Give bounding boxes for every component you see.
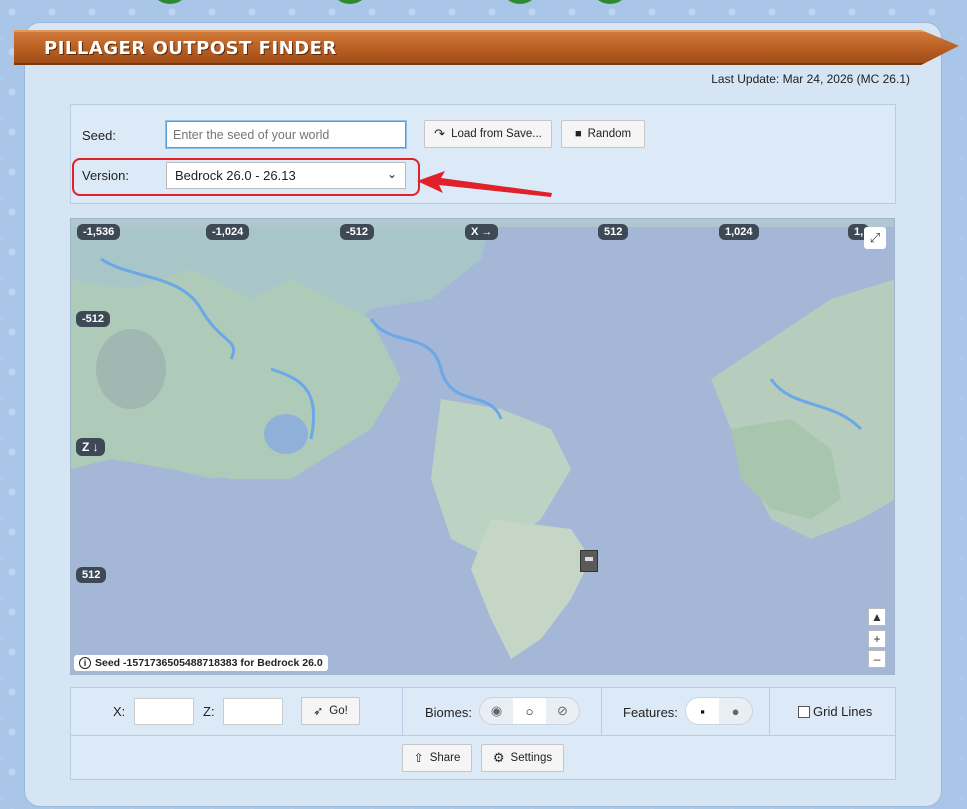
x-coord-input[interactable] — [134, 698, 194, 725]
map-terrain — [71, 219, 894, 674]
map-controls-bar: X: Z: ➶ Go! Biomes: ◉ ○ ⊘ Features: ▪ ● … — [70, 687, 896, 780]
expand-icon[interactable]: ⤢ — [864, 227, 886, 249]
outpost-feature-icon[interactable]: ▪ — [686, 698, 719, 724]
title-banner: PILLAGER OUTPOST FINDER — [14, 30, 959, 65]
x-tick-label: 1,024 — [719, 224, 759, 240]
zoom-in-button[interactable]: + — [868, 630, 886, 648]
random-button[interactable]: ■ Random — [561, 120, 645, 148]
biomes-label: Biomes: — [425, 705, 472, 720]
highlight-box — [72, 158, 420, 196]
x-tick-label: -1,536 — [77, 224, 121, 240]
reload-icon: ↷ — [434, 126, 446, 141]
pillager-outpost-icon[interactable] — [580, 550, 598, 572]
north-arrow-button[interactable]: ▲ — [868, 608, 886, 626]
page-title: PILLAGER OUTPOST FINDER — [44, 38, 337, 59]
dot-icon[interactable]: ● — [719, 698, 752, 724]
last-update-text: Last Update: Mar 24, 2026 (MC 26.1) — [711, 72, 910, 86]
x-tick-label: -1,024 — [206, 224, 250, 240]
info-icon[interactable]: i — [79, 657, 91, 669]
eye-off-icon[interactable]: ⊘ — [546, 698, 579, 724]
world-map[interactable]: -1,536 -1,024 -512 X → 512 1,024 1, -512… — [70, 218, 895, 675]
x-tick-label: 512 — [598, 224, 629, 240]
seed-form: Seed: ↷ Load from Save... ■ Random Versi… — [70, 104, 896, 204]
zoom-out-button[interactable]: – — [868, 650, 886, 668]
eye-icon[interactable]: ◉ — [480, 698, 513, 724]
rocket-icon: ➶ — [313, 704, 324, 718]
gear-icon: ⚙ — [492, 750, 505, 765]
grid-lines-label: Grid Lines — [813, 704, 873, 719]
seed-input[interactable] — [165, 120, 407, 149]
features-toggle: ▪ ● — [685, 697, 753, 725]
red-arrow-annotation — [417, 171, 552, 197]
x-axis-label: X → — [465, 224, 499, 240]
circle-icon[interactable]: ○ — [513, 698, 546, 724]
z-coord-label: Z: — [203, 704, 215, 719]
z-tick-label: -512 — [76, 311, 111, 327]
x-tick-label: -512 — [340, 224, 375, 240]
load-from-save-button[interactable]: ↷ Load from Save... — [424, 120, 552, 148]
dice-icon: ■ — [574, 128, 582, 140]
grid-lines-checkbox[interactable] — [798, 706, 810, 718]
z-coord-input[interactable] — [223, 698, 283, 725]
biomes-toggle: ◉ ○ ⊘ — [479, 697, 580, 725]
features-label: Features: — [623, 705, 678, 720]
share-icon: ⇧ — [413, 751, 424, 765]
seed-info-label: i Seed -1571736505488718383 for Bedrock … — [74, 655, 328, 671]
share-button[interactable]: ⇧ Share — [402, 744, 472, 772]
header-decoration — [150, 0, 650, 6]
z-tick-label: 512 — [76, 567, 107, 583]
go-button[interactable]: ➶ Go! — [301, 697, 360, 725]
seed-label: Seed: — [82, 128, 116, 143]
x-coord-label: X: — [113, 704, 126, 719]
settings-button[interactable]: ⚙ Settings — [481, 744, 564, 772]
z-axis-label: Z ↓ — [76, 438, 105, 456]
